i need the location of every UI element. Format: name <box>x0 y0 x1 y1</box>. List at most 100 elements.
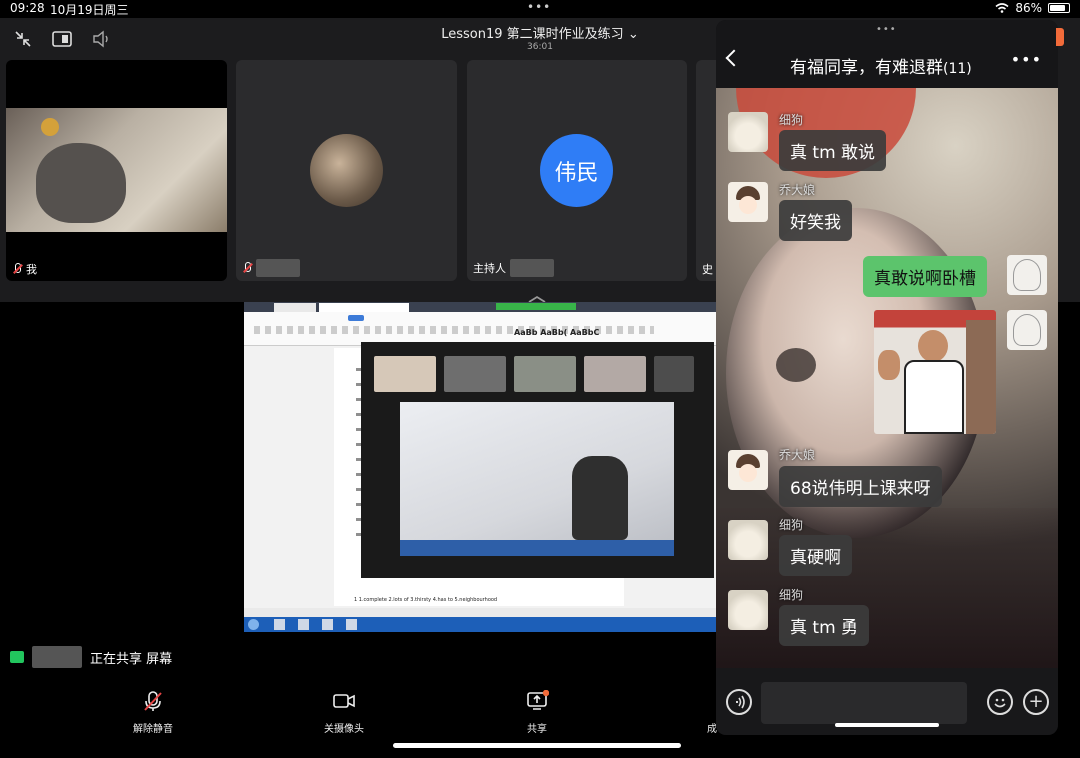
redacted-name <box>510 259 554 277</box>
avatar[interactable] <box>728 590 768 630</box>
cat-shape <box>36 143 126 223</box>
chat-home-indicator[interactable] <box>835 723 939 727</box>
voice-icon[interactable] <box>726 689 752 715</box>
share-button[interactable]: 共享 <box>497 689 577 735</box>
message-bubble-own[interactable]: 真敢说啊卧槽 <box>863 256 987 297</box>
participant-avatar <box>310 134 383 207</box>
collapse-tiles-icon[interactable] <box>527 288 547 303</box>
camera-off-button[interactable]: 关摄像头 <box>304 690 384 735</box>
unmute-label: 解除静音 <box>133 724 173 735</box>
wifi-icon <box>995 3 1009 13</box>
redacted-name <box>32 646 82 668</box>
share-screen-icon <box>497 689 577 712</box>
meeting-title-text: Lesson19 第二课时作业及练习 <box>441 27 624 42</box>
own-avatar[interactable] <box>1007 255 1047 295</box>
photo-side-person <box>966 320 996 434</box>
meeting-title[interactable]: Lesson19 第二课时作业及练习 ⌄ <box>430 23 650 42</box>
status-date: 10月19日周三 <box>50 3 129 17</box>
photo-jersey <box>904 360 964 434</box>
status-time: 09:28 <box>10 1 45 15</box>
message-sender: 乔大娘 <box>779 448 816 462</box>
self-video <box>6 108 227 232</box>
battery-fill <box>1050 5 1066 11</box>
back-icon[interactable] <box>725 49 743 67</box>
shared-indicator <box>496 303 576 310</box>
shared-statusbar <box>244 608 717 617</box>
video-tile-self[interactable]: 我 <box>6 60 227 281</box>
own-avatar[interactable] <box>1007 310 1047 350</box>
avatar-sketch <box>1013 314 1041 346</box>
avatar[interactable] <box>728 520 768 560</box>
chat-title: 有福同享，有难退群(11) <box>790 53 972 78</box>
message-sender: 细狗 <box>779 588 804 602</box>
message-input[interactable] <box>761 682 967 724</box>
wall-shape <box>400 402 674 556</box>
status-right: 86% <box>995 1 1070 15</box>
message-bubble[interactable]: 真 tm 勇 <box>779 605 870 646</box>
battery-icon <box>1048 3 1070 13</box>
mic-off-icon <box>113 690 193 712</box>
chat-header: ••• 有福同享，有难退群(11) ••• <box>716 20 1058 88</box>
message-bubble[interactable]: 真 tm 敢说 <box>779 130 887 171</box>
embedded-tile <box>444 356 506 392</box>
photo-face <box>918 330 948 362</box>
mic-muted-icon <box>12 263 22 275</box>
tile-label: 史 <box>702 261 713 277</box>
jacket-shape <box>572 456 628 540</box>
doc-answer-line: 1 1.complete 2.lots of 3.thirsty 4.has t… <box>354 597 498 603</box>
video-tile-host[interactable]: 伟民 主持人 <box>467 60 687 281</box>
taskbar-apps <box>274 619 364 630</box>
embedded-tile <box>584 356 646 392</box>
minimize-icon[interactable] <box>13 30 33 50</box>
share-label: 共享 <box>527 724 547 735</box>
screen-share-icon <box>10 651 24 663</box>
image-message[interactable] <box>874 310 996 434</box>
speaker-icon[interactable] <box>92 30 112 50</box>
emoji-icon[interactable] <box>987 689 1013 715</box>
shared-tab <box>319 303 409 312</box>
status-bar: 09:28 10月19日周三 ••• 86% <box>0 0 1080 18</box>
start-icon <box>248 619 259 630</box>
embedded-tile <box>654 356 694 392</box>
message-bubble[interactable]: 68说伟明上课来呀 <box>779 466 942 507</box>
chat-member-count: (11) <box>943 61 972 77</box>
tile-name: 史 <box>702 263 713 276</box>
unmute-button[interactable]: 解除静音 <box>113 690 193 735</box>
ribbon-active-tab <box>348 315 364 321</box>
avatar-face <box>739 464 757 482</box>
shared-taskbar <box>244 617 717 632</box>
wall-stripe <box>400 540 674 556</box>
avatar[interactable] <box>728 182 768 222</box>
tile-label: 我 <box>12 261 37 277</box>
message-sender: 细狗 <box>779 518 804 532</box>
embedded-tile <box>514 356 576 392</box>
add-icon[interactable]: + <box>1023 689 1049 715</box>
more-icon[interactable]: ••• <box>1011 50 1042 69</box>
tile-name: 主持人 <box>473 262 506 275</box>
message-sender: 乔大娘 <box>779 183 816 197</box>
layout-icon[interactable] <box>52 30 72 50</box>
home-indicator[interactable] <box>393 743 681 748</box>
video-tile-participant[interactable] <box>236 60 457 281</box>
message-bubble[interactable]: 真硬啊 <box>779 535 852 576</box>
shared-screen[interactable]: AaBb AaBb( AaBbC 1 1.complete 2.lots of … <box>244 302 717 632</box>
tile-label: 主持人 <box>473 259 554 277</box>
embedded-meeting-window <box>361 342 714 578</box>
chat-title-text: 有福同享，有难退群 <box>790 58 943 78</box>
sharing-status: 正在共享 屏幕 <box>10 646 172 668</box>
chat-window[interactable]: ••• 有福同享，有难退群(11) ••• 细狗 真 tm 敢说 乔大娘 好笑我… <box>716 20 1058 735</box>
avatar[interactable] <box>728 450 768 490</box>
message-bubble[interactable]: 好笑我 <box>779 200 852 241</box>
camera-off-label: 关摄像头 <box>324 724 364 735</box>
avatar-sketch <box>1013 259 1041 291</box>
meeting-timer: 36:01 <box>527 42 553 52</box>
tile-name: 我 <box>26 263 37 276</box>
lamp-shape <box>41 118 59 136</box>
drag-grip-icon[interactable]: ••• <box>876 24 897 35</box>
sharing-status-text: 正在共享 屏幕 <box>90 651 173 667</box>
multitask-dots-icon[interactable]: ••• <box>527 0 551 14</box>
wallpaper-eye <box>776 348 816 382</box>
mic-muted-icon <box>242 262 252 274</box>
shared-tabbar <box>244 302 717 312</box>
avatar[interactable] <box>728 112 768 152</box>
